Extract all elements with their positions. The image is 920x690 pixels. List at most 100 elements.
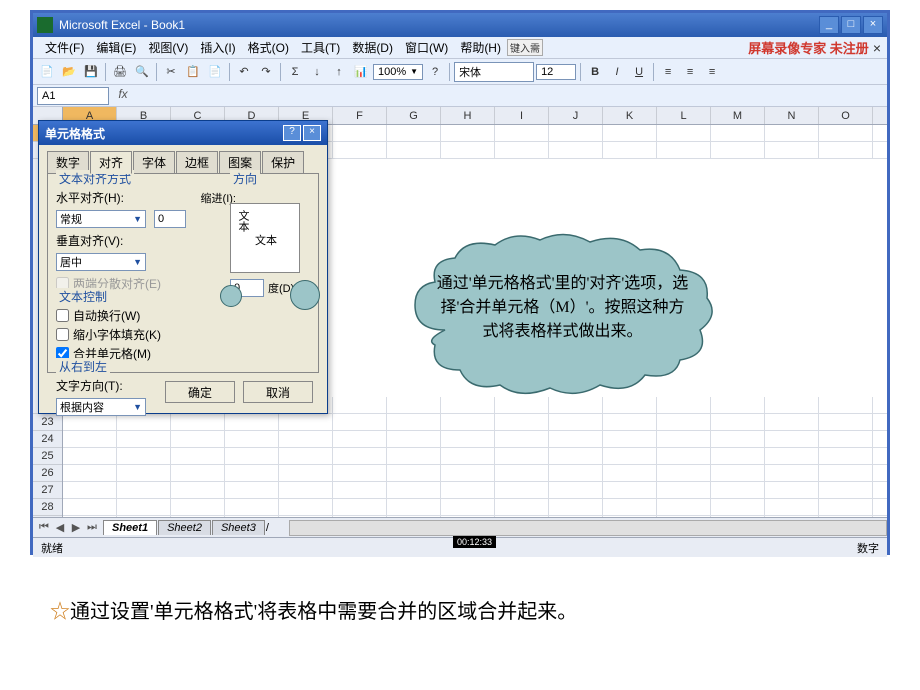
- bubble-icon: [290, 280, 320, 310]
- menu-file[interactable]: 文件(F): [39, 39, 90, 56]
- tab-font[interactable]: 字体: [133, 151, 175, 173]
- sheet-tab-1[interactable]: Sheet1: [103, 520, 157, 535]
- slide-caption: ☆通过设置'单元格格式'将表格中需要合并的区域合并起来。: [50, 595, 577, 624]
- tab-nav-next-icon[interactable]: ▶: [69, 521, 83, 534]
- menubar: 文件(F) 编辑(E) 视图(V) 插入(I) 格式(O) 工具(T) 数据(D…: [33, 37, 887, 59]
- star-icon: ☆: [50, 601, 70, 623]
- status-left: 就绪: [41, 540, 63, 556]
- h-align-combo[interactable]: 常规▼: [56, 210, 146, 228]
- menu-edit[interactable]: 编辑(E): [90, 39, 142, 56]
- watermark-prefix: 键入需: [507, 39, 543, 56]
- row-header-24[interactable]: 24: [33, 431, 62, 448]
- bold-icon[interactable]: B: [585, 62, 605, 82]
- col-header-h[interactable]: H: [441, 107, 495, 124]
- row-header-26[interactable]: 26: [33, 465, 62, 482]
- tab-nav-prev-icon[interactable]: ◀: [53, 521, 67, 534]
- dialog-title-text: 单元格格式: [45, 125, 281, 142]
- undo-icon[interactable]: ↶: [234, 62, 254, 82]
- save-icon[interactable]: 💾: [81, 62, 101, 82]
- cloud-text: 通过'单元格格式'里的'对齐'选项，选择'合并单元格（M）'。按照这种方式将表格…: [435, 272, 690, 344]
- sheet-tabs: ⏮ ◀ ▶ ⏭ Sheet1 Sheet2 Sheet3 /: [33, 517, 887, 537]
- row-header-25[interactable]: 25: [33, 448, 62, 465]
- font-size-box[interactable]: 12: [536, 64, 576, 80]
- underline-icon[interactable]: U: [629, 62, 649, 82]
- format-cells-dialog: 单元格格式 ? × 数字 对齐 字体 边框 图案 保护 文本对齐方式 水平对齐(…: [38, 120, 328, 414]
- formula-bar: A1 fx: [33, 85, 887, 107]
- rtl-section-label: 从右到左: [56, 358, 110, 375]
- zoom-box[interactable]: 100% ▼: [373, 64, 423, 80]
- tab-protection[interactable]: 保护: [262, 151, 304, 173]
- fx-icon[interactable]: fx: [113, 87, 133, 105]
- menu-tools[interactable]: 工具(T): [295, 39, 346, 56]
- orient-label: 方向: [230, 170, 260, 187]
- col-header-k[interactable]: K: [603, 107, 657, 124]
- open-icon[interactable]: 📂: [59, 62, 79, 82]
- tab-nav-first-icon[interactable]: ⏮: [37, 521, 51, 534]
- menu-window[interactable]: 窗口(W): [399, 39, 454, 56]
- dialog-titlebar: 单元格格式 ? ×: [39, 121, 327, 145]
- wrap-checkbox[interactable]: 自动换行(W): [56, 307, 236, 324]
- v-align-combo[interactable]: 居中▼: [56, 253, 146, 271]
- v-align-label: 垂直对齐(V):: [56, 232, 126, 249]
- col-header-m[interactable]: M: [711, 107, 765, 124]
- sheet-tab-2[interactable]: Sheet2: [158, 520, 211, 535]
- preview-icon[interactable]: 🔍: [132, 62, 152, 82]
- align-left-icon[interactable]: ≡: [658, 62, 678, 82]
- font-name-box[interactable]: 宋体: [454, 62, 534, 82]
- orientation-widget[interactable]: 文本: [230, 203, 300, 273]
- dialog-help-button[interactable]: ?: [283, 125, 301, 141]
- caption-text: 通过设置'单元格格式'将表格中需要合并的区域合并起来。: [70, 601, 577, 623]
- excel-icon: [37, 17, 53, 33]
- align-right-icon[interactable]: ≡: [702, 62, 722, 82]
- sort-desc-icon[interactable]: ↑: [329, 62, 349, 82]
- recorder-timestamp: 00:12:33: [453, 536, 496, 548]
- doc-close-icon[interactable]: ×: [873, 40, 881, 56]
- menu-insert[interactable]: 插入(I): [194, 39, 241, 56]
- close-button[interactable]: ×: [863, 16, 883, 34]
- sum-icon[interactable]: Σ: [285, 62, 305, 82]
- row-header-23[interactable]: 23: [33, 414, 62, 431]
- tab-nav-last-icon[interactable]: ⏭: [85, 521, 99, 534]
- indent-spinner[interactable]: 0: [154, 210, 186, 228]
- col-header-g[interactable]: G: [387, 107, 441, 124]
- h-align-label: 水平对齐(H):: [56, 189, 126, 206]
- shrink-checkbox[interactable]: 缩小字体填充(K): [56, 326, 236, 343]
- menu-data[interactable]: 数据(D): [346, 39, 399, 56]
- row-header-28[interactable]: 28: [33, 499, 62, 516]
- name-box[interactable]: A1: [37, 87, 109, 105]
- redo-icon[interactable]: ↷: [256, 62, 276, 82]
- sheet-tab-3[interactable]: Sheet3: [212, 520, 265, 535]
- ctrl-section-label: 文本控制: [56, 288, 110, 305]
- chart-icon[interactable]: 📊: [351, 62, 371, 82]
- dir-combo[interactable]: 根据内容▼: [56, 398, 146, 416]
- row-header-29[interactable]: 29: [33, 516, 62, 517]
- help-icon[interactable]: ?: [425, 62, 445, 82]
- copy-icon[interactable]: 📋: [183, 62, 203, 82]
- minimize-button[interactable]: _: [819, 16, 839, 34]
- col-header-i[interactable]: I: [495, 107, 549, 124]
- tab-alignment[interactable]: 对齐: [90, 151, 132, 174]
- tab-border[interactable]: 边框: [176, 151, 218, 173]
- bubble-icon: [220, 285, 242, 307]
- cloud-callout: 通过'单元格格式'里的'对齐'选项，选择'合并单元格（M）'。按照这种方式将表格…: [395, 230, 725, 400]
- dialog-close-button[interactable]: ×: [303, 125, 321, 141]
- sort-asc-icon[interactable]: ↓: [307, 62, 327, 82]
- col-header-j[interactable]: J: [549, 107, 603, 124]
- menu-format[interactable]: 格式(O): [242, 39, 295, 56]
- row-header-27[interactable]: 27: [33, 482, 62, 499]
- align-center-icon[interactable]: ≡: [680, 62, 700, 82]
- col-header-n[interactable]: N: [765, 107, 819, 124]
- cut-icon[interactable]: ✂: [161, 62, 181, 82]
- paste-icon[interactable]: 📄: [205, 62, 225, 82]
- horizontal-scrollbar[interactable]: [289, 520, 887, 536]
- new-icon[interactable]: 📄: [37, 62, 57, 82]
- col-header-o[interactable]: O: [819, 107, 873, 124]
- col-header-l[interactable]: L: [657, 107, 711, 124]
- menu-help[interactable]: 帮助(H): [454, 39, 507, 56]
- print-icon[interactable]: 🖨: [110, 62, 130, 82]
- cancel-button[interactable]: 取消: [243, 381, 313, 403]
- menu-view[interactable]: 视图(V): [142, 39, 194, 56]
- italic-icon[interactable]: I: [607, 62, 627, 82]
- col-header-f[interactable]: F: [333, 107, 387, 124]
- restore-button[interactable]: □: [841, 16, 861, 34]
